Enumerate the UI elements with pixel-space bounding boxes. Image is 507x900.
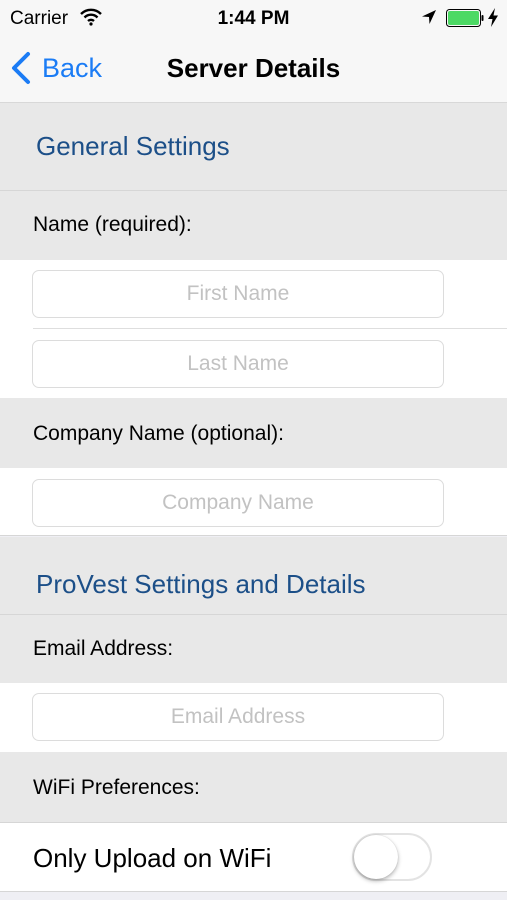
provest-settings-header: ProVest Settings and Details (0, 537, 507, 615)
company-name-field[interactable] (32, 479, 444, 527)
name-label: Name (required): (33, 213, 192, 236)
toggle-knob (354, 835, 398, 879)
email-address-field[interactable] (32, 693, 444, 741)
general-settings-title: General Settings (36, 131, 230, 161)
company-input-group (0, 468, 507, 536)
first-name-field[interactable] (32, 270, 444, 318)
row-divider (33, 328, 507, 329)
wifi-only-toggle[interactable] (352, 833, 432, 881)
name-inputs-group (0, 260, 507, 398)
charging-bolt-icon (488, 8, 498, 27)
location-arrow-icon (422, 10, 436, 24)
wifi-label-row: WiFi Preferences: (0, 752, 507, 822)
page-title: Server Details (166, 53, 341, 83)
company-label-row: Company Name (optional): (0, 398, 507, 468)
wifi-preferences-label: WiFi Preferences: (33, 776, 200, 799)
battery-icon (446, 9, 484, 27)
name-label-row: Name (required): (0, 191, 507, 260)
provest-settings-title: ProVest Settings and Details (36, 569, 366, 599)
status-bar: Carrier 1:44 PM (0, 0, 507, 36)
email-label: Email Address: (33, 637, 174, 660)
email-input-group (0, 683, 507, 752)
company-label: Company Name (optional): (33, 422, 284, 445)
general-settings-header: General Settings (0, 103, 507, 191)
wifi-toggle-label: Only Upload on WiFi (33, 843, 272, 873)
wifi-toggle-row: Only Upload on WiFi (0, 822, 507, 892)
navigation-bar: Back Server Details (0, 36, 507, 103)
email-label-row: Email Address: (0, 615, 507, 683)
last-name-field[interactable] (32, 340, 444, 388)
